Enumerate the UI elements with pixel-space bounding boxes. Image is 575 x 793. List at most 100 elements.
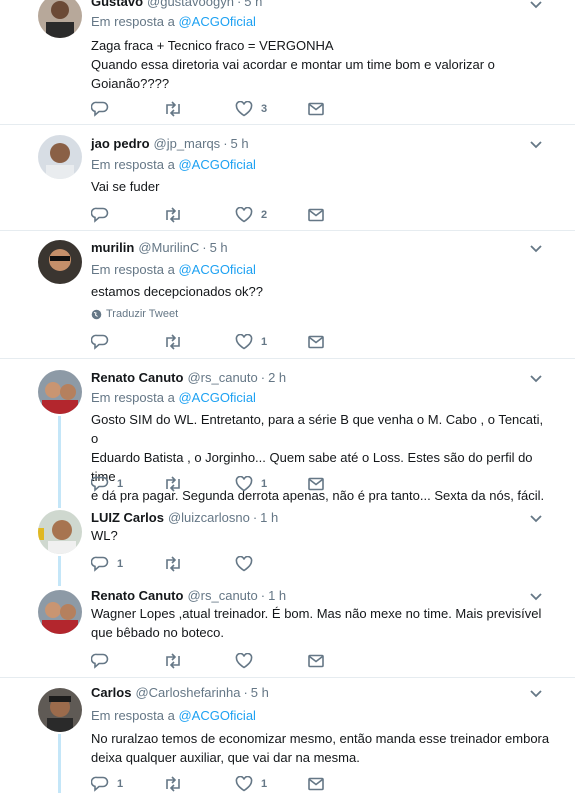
timestamp[interactable]: 5 h — [210, 240, 228, 255]
chevron-down-icon[interactable] — [529, 244, 543, 254]
retweet-button[interactable] — [163, 775, 191, 793]
message-button[interactable] — [308, 100, 324, 118]
reply-context: Em resposta a @ACGOficial — [91, 14, 256, 29]
author-name[interactable]: LUIZ Carlos — [91, 510, 164, 525]
author-name[interactable]: Renato Canuto — [91, 370, 183, 385]
like-button[interactable]: 1 — [235, 333, 267, 351]
tweet[interactable]: Carlos @Carloshefarinha · 5 h Em resposta a… — [0, 678, 575, 793]
message-button[interactable] — [308, 206, 324, 224]
retweet-icon — [166, 556, 180, 572]
author-handle[interactable]: @gustavoogyn — [147, 0, 234, 9]
timestamp[interactable]: 5 h — [231, 136, 249, 151]
message-icon — [308, 208, 324, 222]
author-name[interactable]: murilin — [91, 240, 134, 255]
retweet-button[interactable] — [163, 333, 191, 351]
like-button[interactable] — [235, 652, 261, 670]
retweet-icon — [166, 334, 180, 350]
reply-button[interactable] — [91, 100, 117, 118]
tweet[interactable]: Renato Canuto @rs_canuto · 1 h Wagner Lopes… — [0, 582, 575, 677]
tweet-actions: 1 — [91, 555, 331, 573]
reply-button[interactable]: 1 — [91, 775, 123, 793]
tweet-text: WL? — [91, 528, 118, 543]
reply-icon — [91, 334, 109, 350]
chevron-down-icon[interactable] — [529, 374, 543, 384]
message-button[interactable] — [308, 333, 324, 351]
chevron-down-icon[interactable] — [529, 140, 543, 150]
author-handle[interactable]: @Carloshefarinha — [135, 685, 240, 700]
message-icon — [308, 477, 324, 491]
translate-tweet-link[interactable]: Traduzir Tweet — [91, 308, 178, 320]
like-button[interactable]: 2 — [235, 206, 267, 224]
author-handle[interactable]: @MurilinC — [138, 240, 199, 255]
avatar[interactable] — [38, 240, 82, 284]
like-button[interactable]: 1 — [235, 475, 267, 493]
message-button[interactable] — [308, 652, 324, 670]
message-icon — [308, 335, 324, 349]
timestamp[interactable]: 5 h — [244, 0, 262, 9]
tweet[interactable]: Renato Canuto @rs_canuto · 2 h Em resposta … — [0, 359, 575, 503]
retweet-button[interactable] — [163, 652, 191, 670]
author-handle[interactable]: @jp_marqs — [154, 136, 221, 151]
retweet-button[interactable] — [163, 475, 191, 493]
tweet[interactable]: Gustavo @gustavoogyn · 5 h Em resposta a @A… — [0, 0, 575, 124]
avatar[interactable] — [38, 0, 82, 38]
tweet[interactable]: jao pedro @jp_marqs · 5 h Em resposta a @AC… — [0, 125, 575, 230]
timestamp[interactable]: 5 h — [251, 685, 269, 700]
tweet-actions: 1 1 — [91, 475, 331, 493]
avatar[interactable] — [38, 688, 82, 732]
like-button[interactable]: 1 — [235, 775, 267, 793]
author-handle[interactable]: @rs_canuto — [187, 370, 257, 385]
tweet-actions: 3 — [91, 100, 331, 118]
chevron-down-icon[interactable] — [529, 0, 543, 10]
chevron-down-icon[interactable] — [529, 514, 543, 524]
tweet-text: No ruralzao temos de economizar mesmo, e… — [91, 731, 550, 765]
retweet-icon — [166, 476, 180, 492]
avatar[interactable] — [38, 510, 82, 554]
timestamp[interactable]: 2 h — [268, 370, 286, 385]
author-name[interactable]: jao pedro — [91, 136, 150, 151]
tweet-actions: 1 1 — [91, 775, 331, 793]
avatar[interactable] — [38, 590, 82, 634]
author-handle[interactable]: @rs_canuto — [187, 588, 257, 603]
timestamp[interactable]: 1 h — [260, 510, 278, 525]
author-name[interactable]: Renato Canuto — [91, 588, 183, 603]
avatar[interactable] — [38, 135, 82, 179]
reply-button[interactable] — [91, 206, 117, 224]
tweet[interactable]: murilin @MurilinC · 5 h Em resposta a @ACGO… — [0, 231, 575, 358]
retweet-button[interactable] — [163, 206, 191, 224]
mention-link[interactable]: @ACGOficial — [178, 262, 256, 277]
retweet-button[interactable] — [163, 100, 191, 118]
reply-button[interactable] — [91, 333, 117, 351]
author-name[interactable]: Gustavo — [91, 0, 143, 9]
reply-context: Em resposta a @ACGOficial — [91, 157, 256, 172]
avatar[interactable] — [38, 370, 82, 414]
tweet[interactable]: LUIZ Carlos @luizcarlosno · 1 h WL? 1 — [0, 502, 575, 582]
timestamp[interactable]: 1 h — [268, 588, 286, 603]
like-icon — [235, 476, 253, 492]
mention-link[interactable]: @ACGOficial — [178, 390, 256, 405]
reply-icon — [91, 207, 109, 223]
reply-icon — [91, 653, 109, 669]
like-button[interactable] — [235, 555, 261, 573]
tweet-actions: 1 — [91, 333, 331, 351]
retweet-icon — [166, 207, 180, 223]
chevron-down-icon[interactable] — [529, 592, 543, 602]
author-handle[interactable]: @luizcarlosno — [168, 510, 250, 525]
like-button[interactable]: 3 — [235, 100, 267, 118]
author-name[interactable]: Carlos — [91, 685, 131, 700]
mention-link[interactable]: @ACGOficial — [178, 708, 256, 723]
tweet-text: Vai se fuder — [91, 179, 160, 194]
retweet-icon — [166, 653, 180, 669]
reply-button[interactable]: 1 — [91, 475, 123, 493]
message-button[interactable] — [308, 475, 324, 493]
mention-link[interactable]: @ACGOficial — [178, 14, 256, 29]
reply-button[interactable]: 1 — [91, 555, 123, 573]
globe-icon — [91, 309, 102, 319]
message-button[interactable] — [308, 775, 324, 793]
mention-link[interactable]: @ACGOficial — [178, 157, 256, 172]
retweet-button[interactable] — [163, 555, 191, 573]
reply-button[interactable] — [91, 652, 117, 670]
chevron-down-icon[interactable] — [529, 689, 543, 699]
retweet-icon — [166, 101, 180, 117]
reply-context: Em resposta a @ACGOficial — [91, 390, 256, 405]
